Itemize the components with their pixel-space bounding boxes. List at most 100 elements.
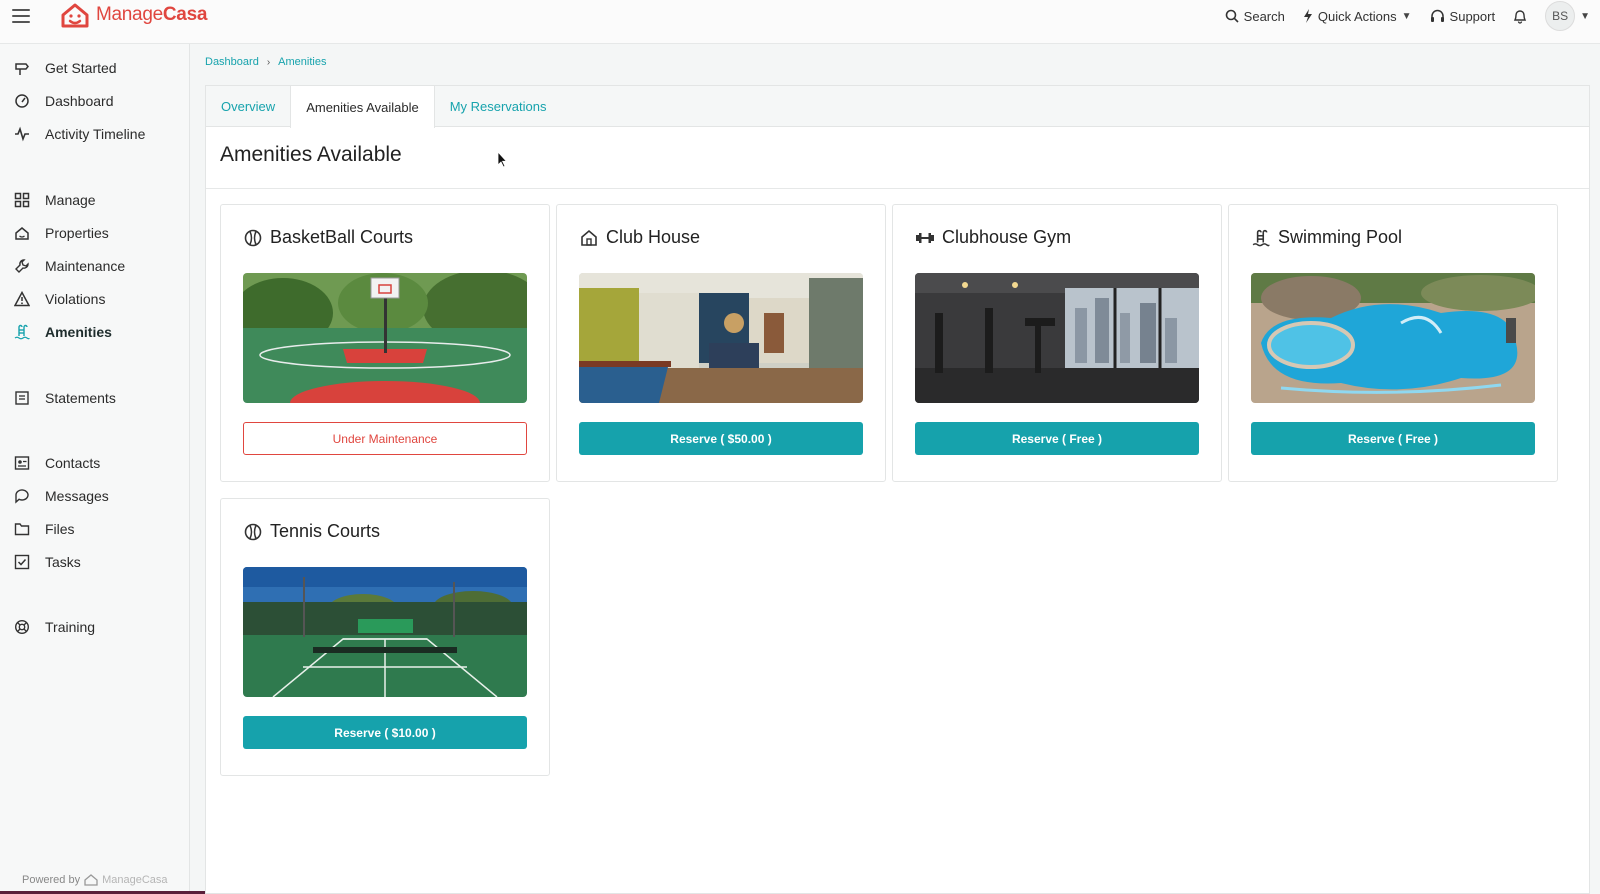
breadcrumb-dashboard-link[interactable]: Dashboard: [205, 56, 259, 68]
sidebar-item-maintenance[interactable]: Maintenance: [0, 252, 190, 280]
logo-house-icon: [61, 3, 89, 28]
wrench-icon: [14, 258, 30, 274]
amenity-card-swimming-pool: Swimming Pool Reserve ( Free ): [1228, 204, 1558, 482]
powered-by-label: Powered by: [22, 874, 81, 886]
amenity-card-basketball: BasketBall Courts Under Maintenance: [220, 204, 550, 482]
tab-my-reservations[interactable]: My Reservations: [435, 86, 562, 127]
amenity-card-clubhouse-gym: Clubhouse Gym Reserve (Free): [892, 204, 1222, 482]
top-bar: ManageCasa Search Quick Actions ▼ Suppor…: [0, 0, 1600, 44]
reserve-swimming-pool-button[interactable]: Reserve ( Free ): [1251, 422, 1535, 455]
gauge-icon: [14, 93, 30, 109]
sidebar-item-statements[interactable]: Statements: [0, 384, 190, 412]
sidebar: Get Started Dashboard Activity Timeline …: [0, 44, 310, 894]
search-label: Search: [1243, 8, 1285, 24]
amenity-card-tennis-courts: Tennis Courts Reserve ( $10.00 ): [220, 498, 550, 776]
logo-house-icon: [84, 874, 98, 886]
contact-card-icon: [14, 455, 30, 471]
menu-icon[interactable]: [12, 9, 30, 23]
amenity-image: [1251, 273, 1535, 403]
page-title: Amenities Available: [220, 143, 402, 166]
sidebar-item-label: Properties: [45, 225, 109, 241]
amenity-card-club-house: Club House Reserve ( $50.00 ): [556, 204, 886, 482]
user-menu[interactable]: BS ▼: [1545, 1, 1590, 31]
chevron-down-icon: ▼: [1580, 10, 1590, 22]
sidebar-item-messages[interactable]: Messages: [0, 482, 190, 510]
amenity-title: BasketBall Courts: [270, 227, 414, 247]
tab-bar: Overview Amenities Available My Reservat…: [206, 86, 1589, 128]
checkbox-icon: [14, 554, 30, 570]
sidebar-item-contacts[interactable]: Contacts: [0, 449, 190, 477]
breadcrumb-amenities-link[interactable]: Amenities: [278, 56, 326, 68]
amenity-image: [579, 273, 863, 403]
sidebar-item-tasks[interactable]: Tasks: [0, 548, 190, 576]
logo-text: ManageCasa: [96, 4, 208, 25]
amenity-title: Tennis Courts: [270, 521, 381, 541]
search-icon: [1225, 9, 1239, 23]
under-maintenance-button[interactable]: Under Maintenance: [243, 422, 527, 455]
sidebar-item-dashboard[interactable]: Dashboard: [0, 87, 190, 115]
reserve-tennis-courts-button[interactable]: Reserve ( $10.00 ): [243, 716, 527, 749]
chat-icon: [14, 488, 30, 504]
sidebar-item-amenities[interactable]: Amenities: [0, 318, 190, 346]
reserve-clubhouse-gym-button[interactable]: Reserve ( Free ): [915, 422, 1199, 455]
pulse-icon: [14, 126, 30, 142]
sidebar-item-label: Contacts: [45, 455, 101, 471]
amenity-title: Swimming Pool: [1278, 227, 1403, 247]
powered-by[interactable]: Powered by ManageCasa: [22, 874, 168, 886]
amenity-title: Club House: [606, 227, 701, 247]
sidebar-item-training[interactable]: Training: [0, 613, 190, 641]
sidebar-item-get-started[interactable]: Get Started: [0, 54, 190, 82]
powered-by-brand: ManageCasa: [102, 874, 168, 886]
sidebar-item-label: Maintenance: [45, 258, 126, 274]
notifications-button[interactable]: [1513, 9, 1527, 24]
divider: [206, 188, 1589, 189]
chevron-down-icon: ▼: [1401, 10, 1412, 22]
dumbbell-icon: [915, 228, 935, 248]
warning-icon: [14, 291, 30, 307]
sidebar-item-label: Files: [45, 521, 75, 537]
app-logo[interactable]: ManageCasa: [60, 2, 207, 28]
mouse-cursor-icon: [498, 152, 508, 168]
sidebar-item-properties[interactable]: Properties: [0, 219, 190, 247]
sidebar-item-label: Messages: [45, 488, 109, 504]
grid-icon: [14, 192, 30, 208]
sidebar-item-label: Amenities: [45, 324, 112, 340]
pool-ladder-icon: [1251, 228, 1271, 248]
avatar: BS: [1545, 1, 1576, 31]
breadcrumb: Dashboard › Amenities: [205, 56, 326, 68]
amenity-image: [243, 273, 527, 403]
folder-icon: [14, 521, 30, 537]
reserve-club-house-button[interactable]: Reserve ( $50.00 ): [579, 422, 863, 455]
chevron-right-icon: ›: [266, 56, 271, 68]
support-button[interactable]: Support: [1430, 8, 1496, 24]
sidebar-item-label: Tasks: [45, 554, 81, 570]
lightning-icon: [1303, 9, 1312, 23]
sidebar-item-label: Manage: [45, 192, 96, 208]
headset-icon: [1430, 9, 1444, 22]
support-label: Support: [1449, 8, 1496, 24]
statement-icon: [14, 390, 30, 406]
sidebar-item-manage[interactable]: Manage: [0, 186, 190, 214]
ball-icon: [243, 522, 263, 542]
tab-overview[interactable]: Overview: [206, 86, 290, 127]
amenity-image: [915, 273, 1199, 403]
ball-icon: [243, 228, 263, 248]
sidebar-item-label: Training: [45, 619, 96, 635]
tab-amenities-available[interactable]: Amenities Available: [290, 86, 435, 128]
sidebar-item-label: Violations: [45, 291, 106, 307]
bell-icon: [1513, 9, 1527, 24]
sidebar-item-activity-timeline[interactable]: Activity Timeline: [0, 120, 190, 148]
pool-ladder-icon: [14, 324, 30, 340]
quick-actions-button[interactable]: Quick Actions ▼: [1303, 9, 1412, 24]
search-button[interactable]: Search: [1225, 9, 1285, 24]
sidebar-item-label: Activity Timeline: [45, 126, 146, 142]
sidebar-item-label: Get Started: [45, 60, 117, 76]
signpost-icon: [14, 60, 30, 76]
amenity-image: [243, 567, 527, 697]
sidebar-item-label: Statements: [45, 390, 116, 406]
lifebuoy-icon: [14, 619, 30, 635]
main-panel: Overview Amenities Available My Reservat…: [205, 85, 1590, 894]
sidebar-item-files[interactable]: Files: [0, 515, 190, 543]
amenity-title: Clubhouse Gym: [942, 227, 1072, 247]
sidebar-item-violations[interactable]: Violations: [0, 285, 190, 313]
